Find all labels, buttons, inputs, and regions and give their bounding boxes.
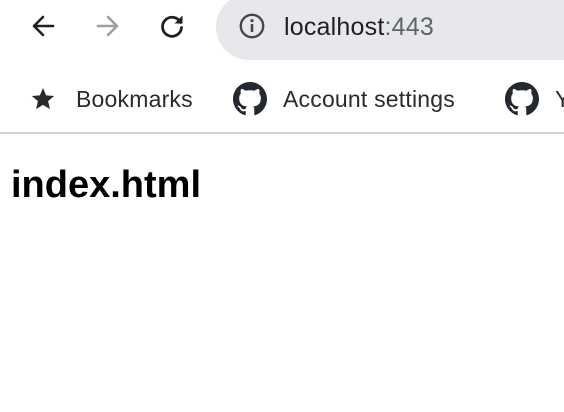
bookmark-item-bookmarks[interactable]: Bookmarks — [30, 80, 193, 118]
bookmark-item-third[interactable]: Y — [505, 80, 564, 118]
page-heading: index.html — [11, 164, 202, 206]
back-arrow-icon — [29, 12, 57, 40]
reload-icon — [158, 12, 186, 40]
star-icon — [30, 86, 56, 112]
github-icon — [505, 82, 539, 116]
info-icon[interactable] — [238, 12, 266, 40]
browser-toolbar: localhost:443 — [0, 0, 564, 66]
bookmark-label: Y — [555, 84, 564, 114]
bookmarks-bar: Bookmarks Account settings Y — [0, 66, 564, 134]
forward-button[interactable] — [88, 6, 128, 46]
url-text[interactable]: localhost:443 — [284, 11, 434, 43]
url-port: :443 — [384, 13, 434, 41]
browser-window: localhost:443 Bookmarks Account settings — [0, 0, 564, 412]
bookmark-item-account-settings[interactable]: Account settings — [233, 80, 455, 118]
page-content: index.html — [0, 134, 564, 412]
reload-button[interactable] — [152, 6, 192, 46]
github-icon — [233, 82, 267, 116]
bookmark-label: Account settings — [283, 86, 455, 112]
bookmark-label: Bookmarks — [76, 86, 193, 112]
address-bar[interactable]: localhost:443 — [216, 0, 564, 60]
forward-arrow-icon — [94, 12, 122, 40]
url-host: localhost — [284, 13, 385, 41]
back-button[interactable] — [23, 6, 63, 46]
